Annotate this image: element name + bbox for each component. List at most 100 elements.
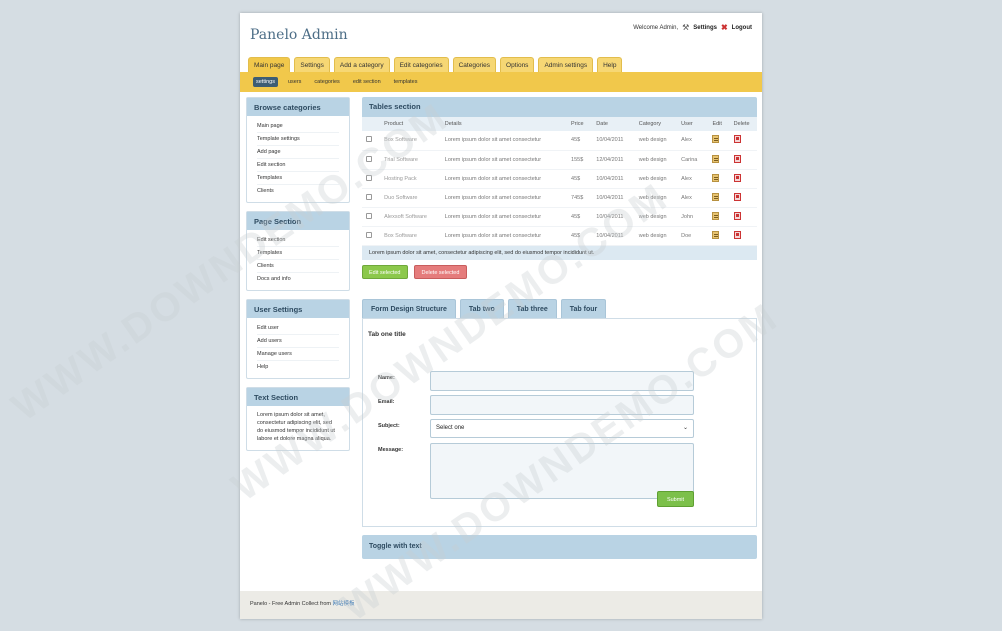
cell-date: 10/04/2011	[592, 131, 635, 151]
table-row: Duo Software Lorem ipsum dolor sit amet …	[362, 188, 757, 208]
cell-user: Doe	[677, 226, 709, 246]
delete-icon[interactable]	[733, 230, 741, 239]
subject-label: Subject:	[378, 423, 400, 429]
col-details[interactable]: Details	[440, 117, 568, 131]
delete-selected-button[interactable]: Delete selected	[413, 264, 468, 279]
row-checkbox[interactable]	[366, 231, 372, 238]
user-settings-title[interactable]: User Settings	[247, 300, 349, 318]
sidebar-item-clients[interactable]: Clients	[257, 260, 339, 273]
form-title: Tab one title	[368, 331, 406, 338]
main-nav: Main page Settings Add a category Edit c…	[248, 57, 623, 72]
subtab-edit-section[interactable]: edit section	[350, 77, 384, 87]
tab-help[interactable]: Help	[597, 57, 623, 72]
row-checkbox[interactable]	[366, 174, 372, 181]
email-field[interactable]	[430, 395, 694, 415]
logo[interactable]: Panelo Admin	[250, 27, 348, 43]
edit-icon[interactable]	[712, 192, 720, 201]
cell-product: Alexsoft Software	[380, 207, 441, 227]
sidebar-item-edit-section[interactable]: Edit section	[257, 159, 339, 172]
sidebar-item-add-users[interactable]: Add users	[257, 335, 339, 348]
delete-icon[interactable]	[733, 192, 741, 201]
col-date[interactable]: Date	[592, 117, 635, 131]
sidebar-item-add-page[interactable]: Add page	[257, 146, 339, 159]
sidebar-item-template-settings[interactable]: Template settings	[257, 133, 339, 146]
edit-icon[interactable]	[712, 211, 720, 220]
text-section-box: Text Section Lorem ipsum dolor sit amet,…	[246, 387, 350, 451]
tab-edit-categories[interactable]: Edit categories	[393, 57, 449, 72]
form-tabs: Form Design Structure Tab two Tab three …	[362, 299, 607, 318]
cell-product: Hosting Pack	[380, 169, 441, 189]
tab-settings[interactable]: Settings	[294, 57, 330, 72]
col-product[interactable]: Product	[380, 117, 441, 131]
delete-icon[interactable]	[733, 173, 741, 182]
tab-admin-settings[interactable]: Admin settings	[538, 57, 594, 72]
row-checkbox[interactable]	[366, 193, 372, 200]
name-field[interactable]	[430, 371, 694, 391]
sidebar-item-clients[interactable]: Clients	[257, 185, 339, 198]
col-delete: Delete	[729, 117, 757, 131]
sidebar-item-docs-info[interactable]: Docs and info	[257, 273, 339, 286]
edit-icon[interactable]	[712, 173, 720, 182]
logout-link[interactable]: Logout	[732, 25, 752, 31]
edit-icon[interactable]	[712, 154, 720, 163]
sidebar-item-templates[interactable]: Templates	[257, 172, 339, 185]
row-checkbox[interactable]	[366, 136, 372, 143]
toggle-section[interactable]: Toggle with text	[362, 535, 757, 559]
edit-icon[interactable]	[712, 135, 720, 144]
sidebar: Browse categories Main page Template set…	[246, 97, 350, 459]
tab-form-design[interactable]: Form Design Structure	[362, 299, 456, 318]
cell-details: Lorem ipsum dolor sit amet consectetur	[440, 169, 568, 189]
sidebar-item-edit-section[interactable]: Edit section	[257, 234, 339, 247]
tab-options[interactable]: Options	[500, 57, 535, 72]
cell-category: web design	[634, 169, 678, 189]
subject-select[interactable]: Select one ⌄	[430, 419, 694, 438]
tab-main-page[interactable]: Main page	[248, 57, 291, 72]
sidebar-item-templates[interactable]: Templates	[257, 247, 339, 260]
subtab-categories[interactable]: categories	[311, 77, 342, 87]
edit-icon[interactable]	[712, 230, 720, 239]
col-user[interactable]: User	[677, 117, 709, 131]
sidebar-item-manage-users[interactable]: Manage users	[257, 348, 339, 361]
delete-icon[interactable]	[733, 135, 741, 144]
text-section-title[interactable]: Text Section	[247, 388, 349, 406]
row-checkbox[interactable]	[366, 212, 372, 219]
delete-icon[interactable]	[733, 154, 741, 163]
tab-two[interactable]: Tab two	[459, 299, 504, 318]
col-edit: Edit	[708, 117, 730, 131]
cell-price: 45$	[567, 131, 593, 151]
cell-price: 45$	[567, 207, 593, 227]
edit-selected-button[interactable]: Edit selected	[362, 264, 408, 279]
cell-price: 745$	[567, 188, 593, 208]
cell-category: web design	[634, 226, 678, 246]
submit-button[interactable]: Submit	[657, 491, 694, 507]
settings-link[interactable]: Settings	[693, 25, 717, 31]
row-checkbox[interactable]	[366, 155, 372, 162]
cell-price: 45$	[567, 226, 593, 246]
subtab-settings[interactable]: settings	[253, 77, 278, 87]
page-section-title[interactable]: Page Section	[247, 212, 349, 230]
sidebar-item-main-page[interactable]: Main page	[257, 120, 339, 133]
table-actions: Edit selected Delete selected	[362, 264, 757, 279]
user-settings-box: User Settings Edit user Add users Manage…	[246, 299, 350, 379]
sidebar-item-help[interactable]: Help	[257, 361, 339, 374]
delete-icon[interactable]	[733, 211, 741, 220]
cell-user: John	[677, 207, 709, 227]
table-footer-text: Lorem ipsum dolor sit amet, consectetur …	[362, 245, 757, 260]
message-field[interactable]	[430, 443, 694, 499]
browse-categories-box: Browse categories Main page Template set…	[246, 97, 350, 203]
col-price[interactable]: Price	[567, 117, 593, 131]
browse-categories-title[interactable]: Browse categories	[247, 98, 349, 116]
tab-three[interactable]: Tab three	[507, 299, 557, 318]
tab-four[interactable]: Tab four	[560, 299, 607, 318]
tab-add-category[interactable]: Add a category	[333, 57, 390, 72]
col-category[interactable]: Category	[634, 117, 678, 131]
subtab-users[interactable]: users	[285, 77, 304, 87]
cell-details: Lorem ipsum dolor sit amet consectetur	[440, 150, 568, 170]
footer-link[interactable]: 网站模板	[333, 601, 355, 607]
admin-page: Panelo Admin Welcome Admin, ⚒ Settings ✖…	[240, 13, 762, 619]
tab-categories[interactable]: Categories	[452, 57, 497, 72]
subtab-templates[interactable]: templates	[391, 77, 421, 87]
sidebar-item-edit-user[interactable]: Edit user	[257, 322, 339, 335]
cell-price: 155$	[567, 150, 593, 170]
user-menu: Welcome Admin, ⚒ Settings ✖ Logout	[633, 23, 752, 32]
